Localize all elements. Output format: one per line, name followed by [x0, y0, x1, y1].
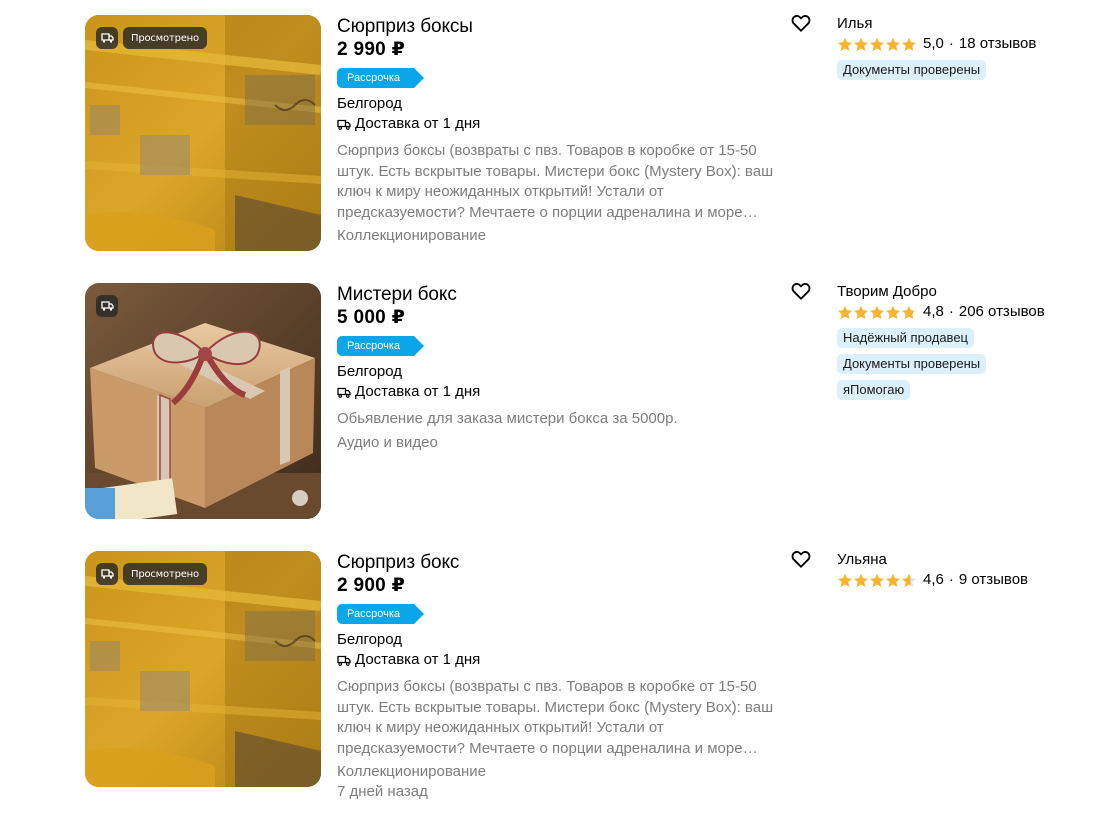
delivery-text: Доставка от 1 дня [355, 115, 481, 132]
separator-dot: · [948, 35, 954, 52]
star-icon [838, 37, 852, 51]
listing-photo[interactable]: Просмотрено [85, 15, 321, 251]
listing-city: Белгород [337, 95, 403, 112]
delivery-badge [96, 563, 118, 585]
listing-description: Сюрприз боксы (возвраты с пвз. Товаров в… [337, 678, 774, 757]
star-icon [854, 37, 868, 51]
seller-rating[interactable]: 5,0 · 18 отзывов [837, 34, 1097, 54]
rating-value: 5,0 [923, 35, 944, 52]
rating-stars [837, 573, 917, 588]
delivery-text: Доставка от 1 дня [355, 383, 481, 400]
star-icon [870, 573, 884, 587]
seller-tags: Надёжный продавец Документы проверены яП… [837, 322, 1097, 400]
delivery-badge [96, 295, 118, 317]
seller-name[interactable]: Творим Добро [837, 282, 1097, 302]
viewed-badge: Просмотрено [123, 563, 207, 585]
heart-outline-icon [791, 551, 811, 568]
truck-icon [100, 301, 114, 311]
listing-title[interactable]: Сюрприз бокс [337, 550, 792, 576]
box-photo-image [85, 551, 321, 787]
seller-rating[interactable]: 4,8 · 206 отзывов [837, 302, 1097, 322]
viewed-badge: Просмотрено [123, 27, 207, 49]
heart-outline-icon [791, 15, 811, 32]
rating-value: 4,8 [923, 303, 944, 320]
installment-badge: Рассрочка [337, 604, 424, 624]
listing-card[interactable]: Просмотрено Сюрприз бокс 2 900 ₽ Рассроч… [0, 536, 1117, 804]
listing-title[interactable]: Сюрприз боксы [337, 14, 792, 40]
listing-category: Коллекционирование [337, 763, 486, 780]
delivery-badge [96, 27, 118, 49]
seller-tag: Документы проверены [837, 60, 987, 80]
favorite-button[interactable] [790, 280, 812, 302]
truck-icon [337, 387, 351, 398]
rating-value: 4,6 [923, 571, 944, 588]
truck-icon [337, 655, 351, 666]
seller-tag: Надёжный продавец [837, 328, 974, 348]
seller-name[interactable]: Ульяна [837, 550, 1097, 570]
star-icon [886, 37, 900, 51]
seller-name[interactable]: Илья [837, 14, 1097, 34]
star-icon [838, 305, 852, 319]
reviews-count: 18 отзывов [958, 35, 1037, 52]
star-icon [838, 573, 852, 587]
listing-category: Аудио и видео [337, 433, 438, 451]
heart-outline-icon [791, 283, 811, 300]
truck-icon [100, 569, 114, 579]
star-icon [902, 573, 916, 587]
seller-tag: яПомогаю [837, 380, 911, 400]
listing-card[interactable]: Мистери бокс 5 000 ₽ Рассрочка Белгород … [0, 268, 1117, 536]
listing-description: Обьявление для заказа мистери бокса за 5… [337, 410, 678, 427]
listing-title[interactable]: Мистери бокс [337, 282, 792, 308]
seller-tags: Документы проверены [837, 54, 1097, 80]
star-icon [870, 305, 884, 319]
listing-price: 2 990 ₽ [337, 39, 406, 60]
delivery-info: Доставка от 1 дня [337, 382, 792, 402]
star-icon [902, 305, 916, 319]
star-icon [854, 305, 868, 319]
delivery-info: Доставка от 1 дня [337, 114, 792, 134]
star-icon [886, 305, 900, 319]
listing-description: Сюрприз боксы (возвраты с пвз. Товаров в… [337, 142, 774, 221]
listing-card[interactable]: Просмотрено Сюрприз боксы 2 990 ₽ Рассро… [0, 0, 1117, 268]
delivery-info: Доставка от 1 дня [337, 650, 792, 670]
seller-tag: Документы проверены [837, 354, 987, 374]
listing-date: 7 дней назад [337, 783, 428, 800]
listing-city: Белгород [337, 363, 403, 380]
installment-badge: Рассрочка [337, 336, 424, 356]
seller-rating[interactable]: 4,6 · 9 отзывов [837, 570, 1097, 590]
seller-info: Илья 5,0 · 18 отзывов Документы проверен… [837, 14, 1097, 80]
truck-icon [100, 33, 114, 43]
reviews-count: 9 отзывов [958, 571, 1029, 588]
rating-stars [837, 305, 917, 320]
favorite-button[interactable] [790, 548, 812, 570]
listing-price: 5 000 ₽ [337, 307, 406, 328]
box-photo-image [85, 15, 321, 251]
star-icon [886, 573, 900, 587]
delivery-text: Доставка от 1 дня [355, 651, 481, 668]
listing-category: Коллекционирование [337, 227, 486, 244]
listing-price: 2 900 ₽ [337, 575, 406, 596]
gift-box-photo-image [85, 283, 321, 519]
seller-info: Творим Добро 4,8 · 206 отзывов Надёжный … [837, 282, 1097, 400]
star-icon [854, 573, 868, 587]
separator-dot: · [948, 571, 954, 588]
star-icon [902, 37, 916, 51]
listing-photo[interactable]: Просмотрено [85, 551, 321, 787]
listing-photo[interactable] [85, 283, 321, 519]
reviews-count: 206 отзывов [958, 303, 1045, 320]
installment-badge: Рассрочка [337, 68, 424, 88]
star-icon [870, 37, 884, 51]
favorite-button[interactable] [790, 12, 812, 34]
truck-icon [337, 119, 351, 130]
rating-stars [837, 37, 917, 52]
listing-city: Белгород [337, 631, 403, 648]
seller-info: Ульяна 4,6 · 9 отзывов [837, 550, 1097, 590]
separator-dot: · [948, 303, 954, 320]
